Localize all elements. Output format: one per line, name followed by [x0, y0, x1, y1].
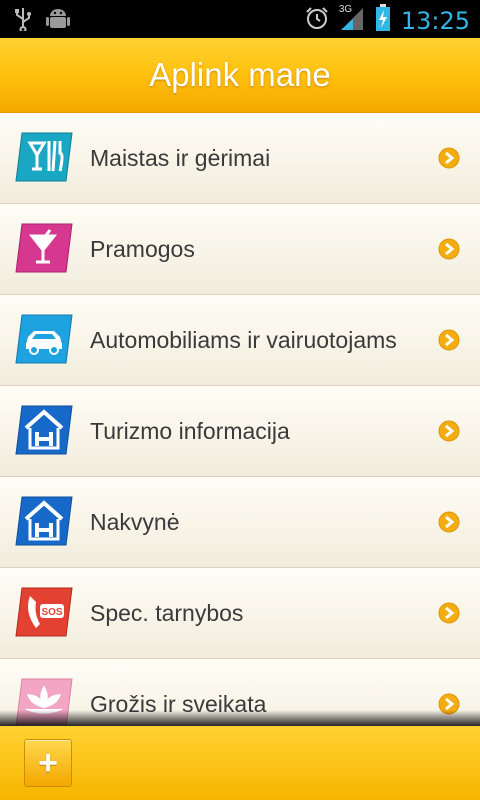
- app-header: Aplink mane: [0, 38, 480, 113]
- network-type-label: 3G: [338, 4, 353, 15]
- alarm-icon: [305, 6, 329, 35]
- chevron-right-icon: [438, 420, 460, 442]
- food-drink-icon: [14, 131, 74, 183]
- add-button-label: +: [38, 744, 58, 782]
- hotel-house-icon: [14, 495, 74, 547]
- list-item[interactable]: Turizmo informacija: [0, 386, 480, 477]
- list-item[interactable]: Nakvynė: [0, 477, 480, 568]
- chevron-right-icon: [438, 329, 460, 351]
- list-item[interactable]: Maistas ir gėrimai: [0, 113, 480, 204]
- add-button[interactable]: +: [24, 739, 72, 787]
- list-item-label: Nakvynė: [90, 509, 180, 535]
- chevron-right-icon: [438, 511, 460, 533]
- list-item[interactable]: SOS Spec. tarnybos: [0, 568, 480, 659]
- list-item-label: Pramogos: [90, 236, 195, 262]
- chevron-right-icon: [438, 238, 460, 260]
- list-item-label: Automobiliams ir vairuotojams: [90, 327, 397, 353]
- list-item-label: Spec. tarnybos: [90, 600, 244, 626]
- svg-text:SOS: SOS: [41, 607, 62, 618]
- list-item[interactable]: Pramogos: [0, 204, 480, 295]
- cocktail-icon: [14, 222, 74, 274]
- sos-phone-icon: SOS: [14, 586, 74, 638]
- page-title: Aplink mane: [149, 56, 331, 93]
- chevron-right-icon: [438, 147, 460, 169]
- list-item-label: Turizmo informacija: [90, 418, 290, 444]
- clock: 13:25: [400, 6, 470, 35]
- list-item-label: Maistas ir gėrimai: [90, 145, 271, 171]
- chevron-right-icon: [438, 602, 460, 624]
- list-item[interactable]: Automobiliams ir vairuotojams: [0, 295, 480, 386]
- battery-charging-icon: [375, 4, 391, 37]
- hotel-house-icon: [14, 404, 74, 456]
- status-bar: 3G 13:25: [0, 0, 480, 38]
- bottom-toolbar: +: [0, 726, 480, 800]
- usb-icon: [14, 7, 32, 36]
- signal-icon: 3G: [338, 4, 365, 35]
- android-debug-icon: [46, 6, 70, 37]
- category-list: Maistas ir gėrimai Pramogos Automobiliam…: [0, 113, 480, 725]
- car-icon: [14, 313, 74, 365]
- list-fade-shadow: [0, 710, 480, 726]
